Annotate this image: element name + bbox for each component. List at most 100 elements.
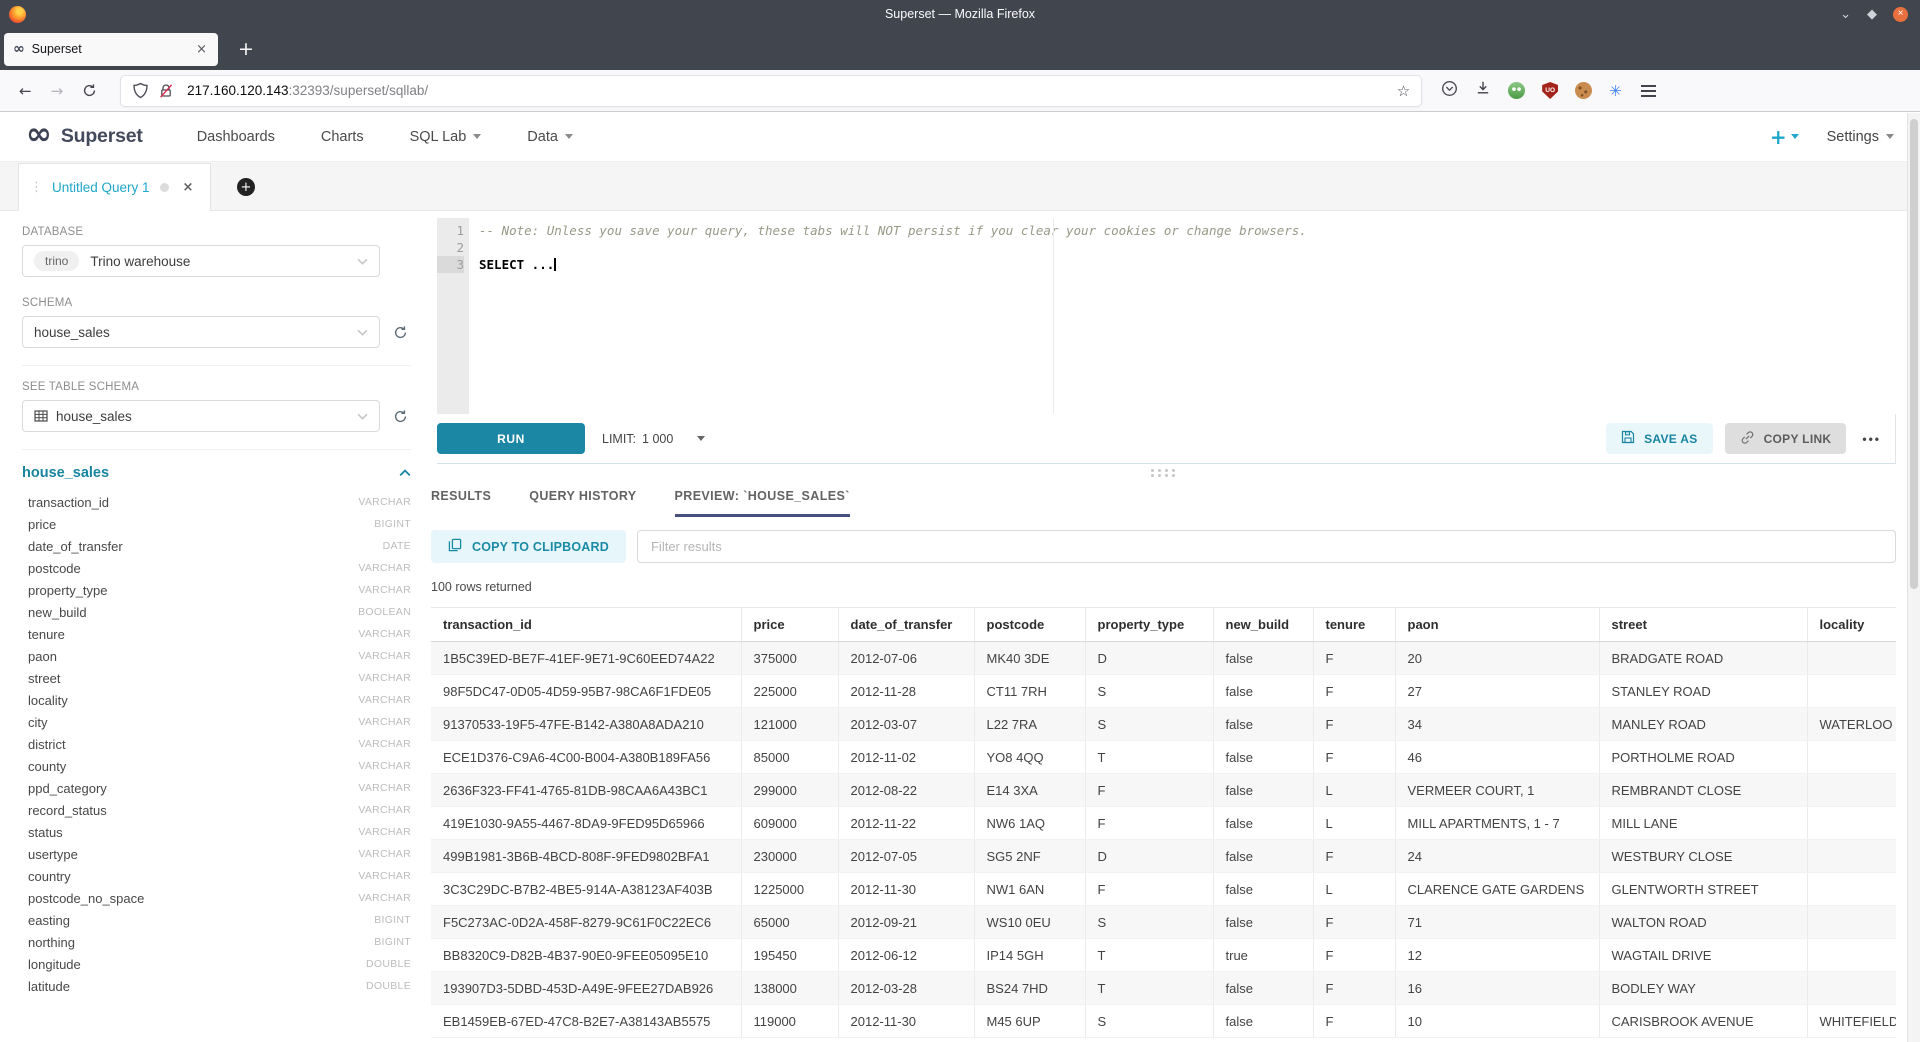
schema-select[interactable]: house_sales	[22, 316, 380, 348]
schema-column-row[interactable]: priceBIGINT	[22, 513, 411, 535]
column-header-date-of-transfer[interactable]: date_of_transfer	[838, 608, 974, 642]
nav-item-data[interactable]: Data	[527, 129, 573, 145]
results-tab-results[interactable]: RESULTS	[431, 489, 491, 517]
column-header-tenure[interactable]: tenure	[1313, 608, 1395, 642]
column-name: tenure	[28, 627, 65, 642]
query-tab-title: Untitled Query 1	[52, 180, 150, 195]
url-bar[interactable]: 217.160.120.143:32393/superset/sqllab/ ☆	[121, 76, 1421, 106]
schema-column-row[interactable]: record_statusVARCHAR	[22, 799, 411, 821]
query-tab[interactable]: ⋮ Untitled Query 1 ×	[18, 163, 211, 211]
pocket-icon[interactable]	[1441, 80, 1458, 102]
window-maximize-icon[interactable]: ◆	[1867, 8, 1877, 21]
limit-dropdown[interactable]: LIMIT: 1 000	[602, 432, 705, 446]
query-tab-close-icon[interactable]: ×	[183, 180, 194, 195]
schema-column-row[interactable]: date_of_transferDATE	[22, 535, 411, 557]
window-minimize-icon[interactable]: ⌄	[1840, 8, 1851, 21]
schema-column-row[interactable]: ppd_categoryVARCHAR	[22, 777, 411, 799]
superset-logo-icon[interactable]: ∞	[26, 119, 52, 150]
schema-column-row[interactable]: paonVARCHAR	[22, 645, 411, 667]
schema-column-row[interactable]: usertypeVARCHAR	[22, 843, 411, 865]
results-tab-query-history[interactable]: QUERY HISTORY	[529, 489, 636, 517]
run-button[interactable]: RUN	[437, 423, 585, 454]
schema-column-row[interactable]: property_typeVARCHAR	[22, 579, 411, 601]
table-row: 1B5C39ED-BE7F-41EF-9E71-9C60EED74A223750…	[431, 642, 1896, 675]
schema-column-row[interactable]: longitudeDOUBLE	[22, 953, 411, 975]
column-type: DOUBLE	[366, 958, 411, 970]
reload-button[interactable]	[82, 83, 97, 98]
schema-column-row[interactable]: tenureVARCHAR	[22, 623, 411, 645]
column-header-postcode[interactable]: postcode	[974, 608, 1085, 642]
refresh-table-icon[interactable]	[393, 409, 408, 424]
tab-close-icon[interactable]: ×	[194, 42, 209, 57]
add-query-tab-button[interactable]: +	[237, 178, 255, 196]
more-options-button[interactable]: •••	[1862, 432, 1881, 446]
column-header-locality[interactable]: locality	[1807, 608, 1896, 642]
window-close-icon[interactable]: ×	[1893, 7, 1908, 22]
copy-link-button[interactable]: COPY LINK	[1725, 423, 1847, 454]
column-header-property-type[interactable]: property_type	[1085, 608, 1213, 642]
print-margin-line	[1053, 218, 1054, 414]
editor-line-number: 2	[437, 239, 464, 256]
schema-column-row[interactable]: localityVARCHAR	[22, 689, 411, 711]
shield-icon[interactable]	[132, 82, 149, 99]
schema-column-row[interactable]: transaction_idVARCHAR	[22, 491, 411, 513]
bookmark-star-icon[interactable]: ☆	[1397, 82, 1410, 100]
settings-menu[interactable]: Settings	[1827, 129, 1894, 145]
nav-item-sql-lab[interactable]: SQL Lab	[410, 129, 482, 145]
table-cell: F	[1085, 873, 1213, 906]
insecure-lock-icon[interactable]	[158, 83, 174, 99]
column-header-new-build[interactable]: new_build	[1213, 608, 1313, 642]
cookie-extension-icon[interactable]	[1575, 82, 1592, 99]
copy-to-clipboard-button[interactable]: COPY TO CLIPBOARD	[431, 530, 626, 563]
browser-tab[interactable]: ∞ Superset ×	[4, 33, 218, 66]
editor-code[interactable]: -- Note: Unless you save your query, the…	[469, 218, 1896, 414]
save-as-button[interactable]: SAVE AS	[1606, 423, 1712, 454]
pane-resize-handle[interactable]	[1151, 469, 1177, 477]
schema-column-row[interactable]: eastingBIGINT	[22, 909, 411, 931]
column-header-paon[interactable]: paon	[1395, 608, 1599, 642]
schema-column-row[interactable]: northingBIGINT	[22, 931, 411, 953]
table-schema-panel-header[interactable]: house_sales	[22, 465, 411, 481]
schema-column-row[interactable]: postcodeVARCHAR	[22, 557, 411, 579]
extension-asterisk-icon[interactable]: ✳	[1609, 82, 1622, 100]
schema-column-row[interactable]: new_buildBOOLEAN	[22, 601, 411, 623]
column-name: ppd_category	[28, 781, 107, 796]
database-select[interactable]: trino Trino warehouse	[22, 245, 380, 277]
schema-column-row[interactable]: countyVARCHAR	[22, 755, 411, 777]
collapse-chevron-icon[interactable]	[399, 469, 411, 477]
nav-item-label: Dashboards	[197, 129, 275, 145]
schema-column-row[interactable]: postcode_no_spaceVARCHAR	[22, 887, 411, 909]
superset-favicon-icon: ∞	[13, 41, 25, 57]
schema-column-row[interactable]: statusVARCHAR	[22, 821, 411, 843]
browser-toolbar: ← → 217.160.120.143:32393/superset/sqlla…	[0, 70, 1920, 112]
add-new-button[interactable]: +	[1770, 125, 1799, 149]
column-header-transaction-id[interactable]: transaction_id	[431, 608, 741, 642]
filter-results-input[interactable]	[637, 530, 1896, 563]
schema-column-row[interactable]: districtVARCHAR	[22, 733, 411, 755]
page-scrollbar[interactable]	[1907, 113, 1920, 1042]
schema-column-row[interactable]: streetVARCHAR	[22, 667, 411, 689]
nav-item-charts[interactable]: Charts	[321, 129, 364, 145]
forward-button[interactable]: →	[51, 82, 64, 100]
table-cell: F	[1313, 642, 1395, 675]
back-button[interactable]: ←	[19, 82, 32, 100]
scrollbar-thumb[interactable]	[1910, 119, 1918, 589]
refresh-schema-icon[interactable]	[393, 325, 408, 340]
sql-editor[interactable]: 123 -- Note: Unless you save your query,…	[437, 218, 1896, 414]
new-tab-button[interactable]: +	[232, 38, 260, 60]
table-schema-select[interactable]: house_sales	[22, 400, 380, 432]
menu-icon[interactable]	[1641, 90, 1656, 92]
downloads-icon[interactable]	[1475, 80, 1491, 101]
ublock-shield-icon[interactable]: UO	[1542, 82, 1558, 99]
schema-column-row[interactable]: latitudeDOUBLE	[22, 975, 411, 997]
column-header-street[interactable]: street	[1599, 608, 1807, 642]
table-cell: T	[1085, 972, 1213, 1005]
extension-mask-icon[interactable]	[1508, 82, 1525, 99]
schema-column-row[interactable]: countryVARCHAR	[22, 865, 411, 887]
column-header-price[interactable]: price	[741, 608, 838, 642]
nav-item-dashboards[interactable]: Dashboards	[197, 129, 275, 145]
results-tab-preview-house-sales[interactable]: PREVIEW: `HOUSE_SALES`	[675, 489, 850, 517]
drag-handle-icon[interactable]: ⋮	[30, 180, 43, 195]
schema-column-row[interactable]: cityVARCHAR	[22, 711, 411, 733]
superset-brand[interactable]: Superset	[61, 125, 143, 148]
